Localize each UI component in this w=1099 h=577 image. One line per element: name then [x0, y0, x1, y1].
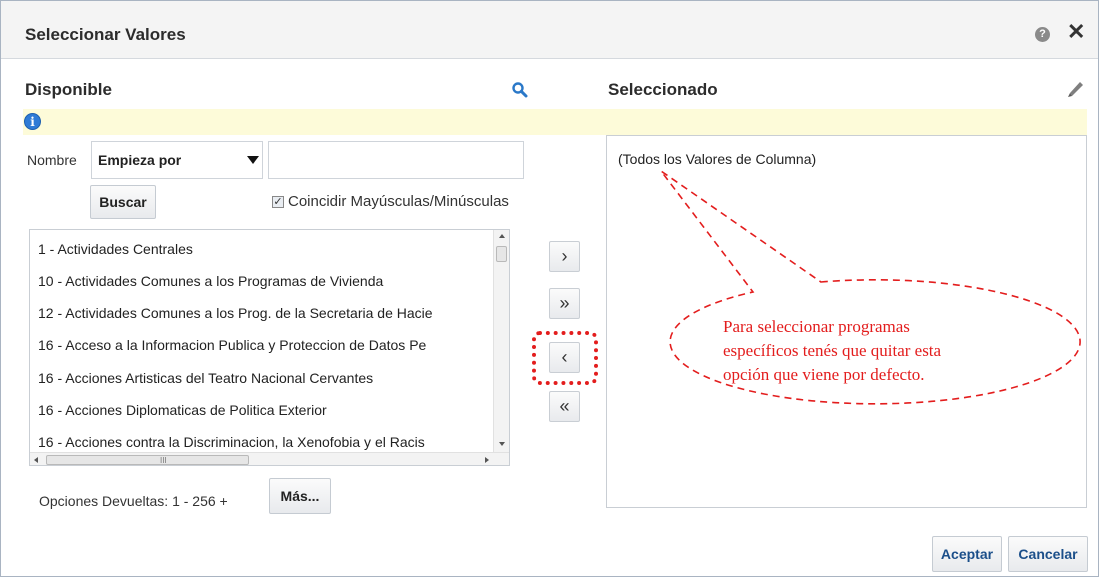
match-operator-value: Empieza por: [98, 152, 182, 168]
move-all-button[interactable]: »: [549, 288, 580, 319]
list-item[interactable]: 16 - Acciones Diplomaticas de Politica E…: [38, 402, 327, 418]
close-icon[interactable]: ✕: [1067, 21, 1085, 43]
search-button[interactable]: Buscar: [90, 185, 156, 219]
match-operator-select[interactable]: Empieza por: [91, 141, 263, 179]
annotation-text: Para seleccionar programas específicos t…: [723, 315, 1023, 387]
selected-item[interactable]: (Todos los Valores de Columna): [618, 151, 816, 167]
list-item[interactable]: 16 - Acceso a la Informacion Publica y P…: [38, 337, 426, 353]
list-item[interactable]: 1 - Actividades Centrales: [38, 241, 193, 257]
info-bar: [23, 109, 1087, 135]
help-icon[interactable]: ?: [1035, 27, 1050, 42]
accept-button[interactable]: Aceptar: [932, 536, 1002, 572]
vertical-scrollbar[interactable]: [493, 230, 509, 452]
dialog-titlebar: Seleccionar Valores ? ✕: [1, 1, 1098, 59]
selected-heading: Seleccionado: [608, 80, 718, 99]
pencil-icon[interactable]: [1066, 79, 1086, 99]
chevron-down-icon: [247, 156, 259, 164]
available-values-list[interactable]: 1 - Actividades Centrales 10 - Actividad…: [29, 229, 510, 466]
list-item[interactable]: 16 - Acciones Artisticas del Teatro Naci…: [38, 370, 373, 386]
remove-button-highlight: [532, 331, 598, 385]
list-item[interactable]: 16 - Acciones contra la Discriminacion, …: [38, 434, 425, 450]
returned-options-label: Opciones Devueltas: 1 - 256 +: [39, 493, 228, 509]
search-input[interactable]: [268, 141, 524, 179]
remove-all-button[interactable]: «: [549, 391, 580, 422]
info-icon: i: [24, 113, 41, 130]
vertical-scroll-thumb[interactable]: [496, 246, 507, 262]
match-case-checkbox[interactable]: ✓: [272, 196, 284, 208]
scroll-up-icon[interactable]: [499, 234, 505, 238]
move-button[interactable]: ›: [549, 241, 580, 272]
list-item[interactable]: 10 - Actividades Comunes a los Programas…: [38, 273, 383, 289]
match-case-label: Coincidir Mayúsculas/Minúsculas: [288, 193, 509, 210]
search-icon[interactable]: [511, 81, 529, 99]
annotation-line: específicos tenés que quitar esta: [723, 341, 942, 360]
horizontal-scroll-thumb[interactable]: III: [46, 455, 249, 465]
scroll-down-icon[interactable]: [499, 442, 505, 446]
annotation-line: Para seleccionar programas: [723, 317, 910, 336]
annotation-line: opción que viene por defecto.: [723, 365, 925, 384]
scroll-left-icon[interactable]: [34, 457, 38, 463]
select-values-dialog: Seleccionar Valores ? ✕ Disponible Selec…: [0, 0, 1099, 577]
name-label: Nombre: [27, 152, 77, 168]
more-button[interactable]: Más...: [269, 478, 331, 514]
list-item[interactable]: 12 - Actividades Comunes a los Prog. de …: [38, 305, 433, 321]
available-heading: Disponible: [25, 80, 112, 99]
cancel-button[interactable]: Cancelar: [1008, 536, 1088, 572]
dialog-title: Seleccionar Valores: [25, 25, 186, 44]
horizontal-scrollbar[interactable]: III: [30, 452, 509, 465]
scroll-right-icon[interactable]: [485, 457, 489, 463]
